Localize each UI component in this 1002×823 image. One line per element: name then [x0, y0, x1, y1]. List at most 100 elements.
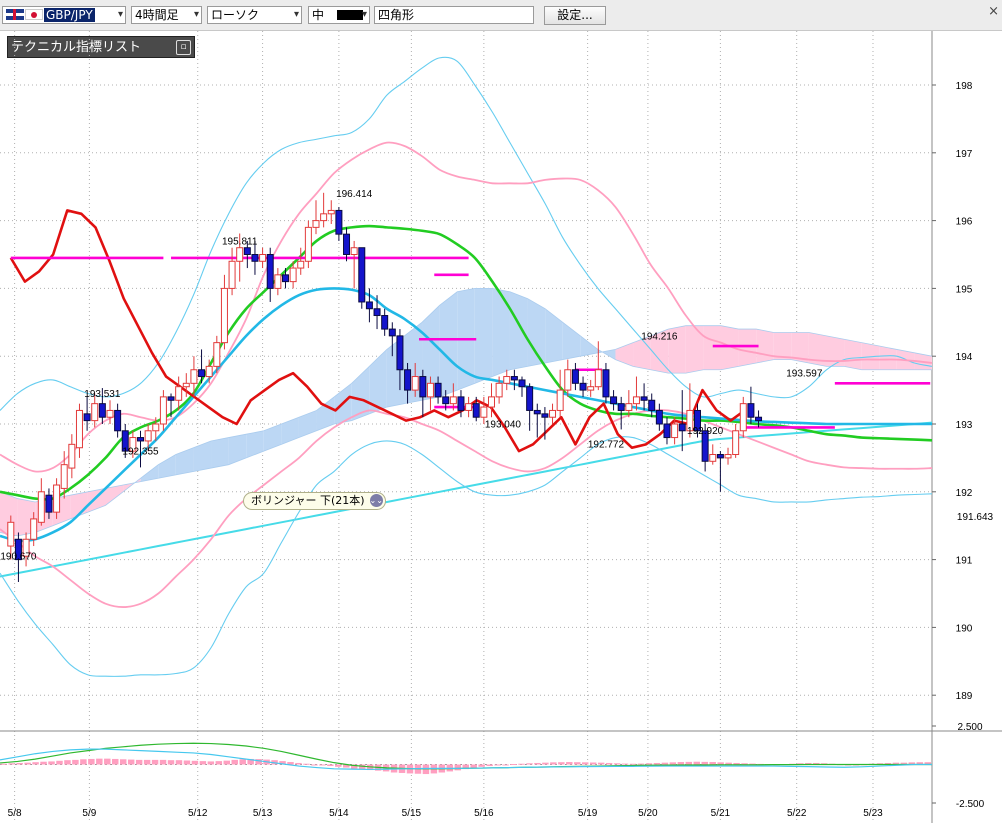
histogram-bar	[685, 761, 693, 765]
histogram-bar	[486, 764, 493, 767]
bullish-candle	[594, 369, 602, 388]
bullish-candle	[297, 260, 305, 269]
bearish-candle	[243, 247, 251, 256]
line-color-swatch	[337, 10, 363, 20]
histogram-bar	[605, 762, 613, 765]
histogram-bar	[494, 764, 501, 766]
bullish-candle	[159, 396, 167, 425]
bearish-candle	[137, 437, 145, 442]
chevron-down-icon: ▾	[117, 9, 123, 20]
histogram-bar	[104, 758, 111, 765]
cloud-segment	[298, 410, 317, 438]
bearish-candle	[388, 328, 396, 337]
bullish-candle	[190, 369, 198, 384]
histogram-bar	[167, 760, 175, 765]
histogram-bar	[143, 759, 151, 765]
cloud-segment	[562, 322, 581, 360]
y-tick-label: 192	[956, 488, 973, 499]
y-tick-label: 194	[956, 352, 973, 363]
chevron-down-icon: ▾	[361, 9, 367, 20]
bullish-candle	[236, 247, 244, 262]
bearish-candle	[571, 369, 579, 384]
bearish-candle	[396, 335, 404, 371]
histogram-bar	[48, 761, 55, 765]
histogram-bar	[32, 762, 39, 765]
bullish-candle	[732, 430, 740, 456]
histogram-bar	[613, 763, 621, 765]
bullish-candle	[327, 209, 335, 215]
chart-style-select[interactable]: ローソク ▾	[207, 6, 302, 24]
cloud-segment	[158, 454, 176, 479]
histogram-bar	[542, 762, 549, 765]
x-tick-label: 5/21	[711, 808, 731, 819]
x-tick-label: 5/15	[402, 808, 422, 819]
double-chevron-down-icon[interactable]: ⌄⌄	[369, 494, 383, 507]
bearish-candle	[518, 379, 526, 388]
bullish-candle	[53, 484, 61, 513]
histogram-bar	[72, 759, 79, 765]
x-tick-label: 5/14	[329, 808, 349, 819]
price-annotation: 192.355	[122, 447, 159, 458]
histogram-bar	[661, 762, 669, 765]
cloud-segment	[492, 288, 510, 377]
line-width-select[interactable]: 中 ▾	[308, 6, 370, 24]
histogram-bar	[478, 764, 485, 767]
histogram-bar	[127, 759, 135, 765]
bullish-candle	[144, 430, 152, 442]
bearish-candle	[541, 413, 549, 418]
currency-pair-select[interactable]: GBP/JPY ▾	[2, 6, 126, 24]
cloud-segment	[738, 329, 757, 367]
chart-style-label: ローソク	[211, 8, 260, 22]
histogram-bar	[653, 762, 661, 765]
ichimoku-cloud	[0, 287, 933, 537]
histogram-bar	[303, 763, 310, 765]
histogram-bar	[566, 762, 573, 765]
timeframe-label: 4時間足	[135, 8, 179, 22]
histogram-bar	[558, 762, 565, 765]
x-tick-label: 5/19	[578, 808, 598, 819]
settings-button[interactable]: 設定...	[544, 6, 606, 25]
timeframe-select[interactable]: 4時間足 ▾	[131, 6, 202, 24]
bullish-candle	[632, 396, 640, 405]
histogram-bar	[637, 763, 645, 765]
bullish-candle	[465, 403, 473, 411]
cloud-segment	[263, 424, 282, 452]
price-annotation: 193.531	[84, 389, 121, 400]
marker-shape-select[interactable]: 四角形	[374, 6, 534, 24]
cloud-segment	[246, 430, 264, 458]
x-tick-label: 5/22	[787, 808, 807, 819]
bearish-candle	[747, 403, 755, 418]
histogram-bar	[526, 763, 533, 765]
price-axis: 189 190 191 192 193 194 195 196 197 198 191.643	[932, 81, 994, 702]
bearish-candle	[114, 409, 122, 432]
bearish-candle	[602, 369, 610, 398]
histogram-bar	[183, 760, 191, 765]
cloud-segment	[281, 417, 299, 445]
close-icon[interactable]: ×	[988, 4, 999, 19]
bearish-candle	[98, 403, 106, 418]
price-annotation: 192.772	[588, 440, 625, 451]
bearish-candle	[83, 413, 91, 422]
histogram-bar	[199, 761, 207, 765]
bullish-candle	[312, 220, 320, 228]
bullish-candle	[75, 409, 83, 449]
histogram-bar	[119, 759, 127, 765]
currency-pair-label: GBP/JPY	[44, 8, 95, 22]
bearish-candle	[198, 369, 206, 378]
cloud-segment	[844, 339, 862, 370]
bearish-candle	[526, 386, 534, 411]
bearish-candle	[419, 376, 427, 398]
oscillator-tick-label: -2.500	[956, 799, 985, 810]
line-width-label: 中	[312, 8, 325, 22]
bearish-candle	[617, 403, 625, 411]
histogram-bar	[175, 760, 183, 765]
chevron-down-icon: ▾	[193, 9, 199, 20]
histogram-bar	[574, 762, 581, 765]
price-chart[interactable]: 190.670 193.531 192.355 195.811 196.414 193.0…	[0, 31, 1002, 823]
x-tick-label: 5/16	[474, 808, 494, 819]
bullish-candle	[152, 423, 160, 432]
bullish-candle	[587, 386, 595, 391]
bearish-candle	[167, 396, 175, 401]
bearish-candle	[533, 409, 541, 415]
histogram-bar	[717, 762, 724, 765]
